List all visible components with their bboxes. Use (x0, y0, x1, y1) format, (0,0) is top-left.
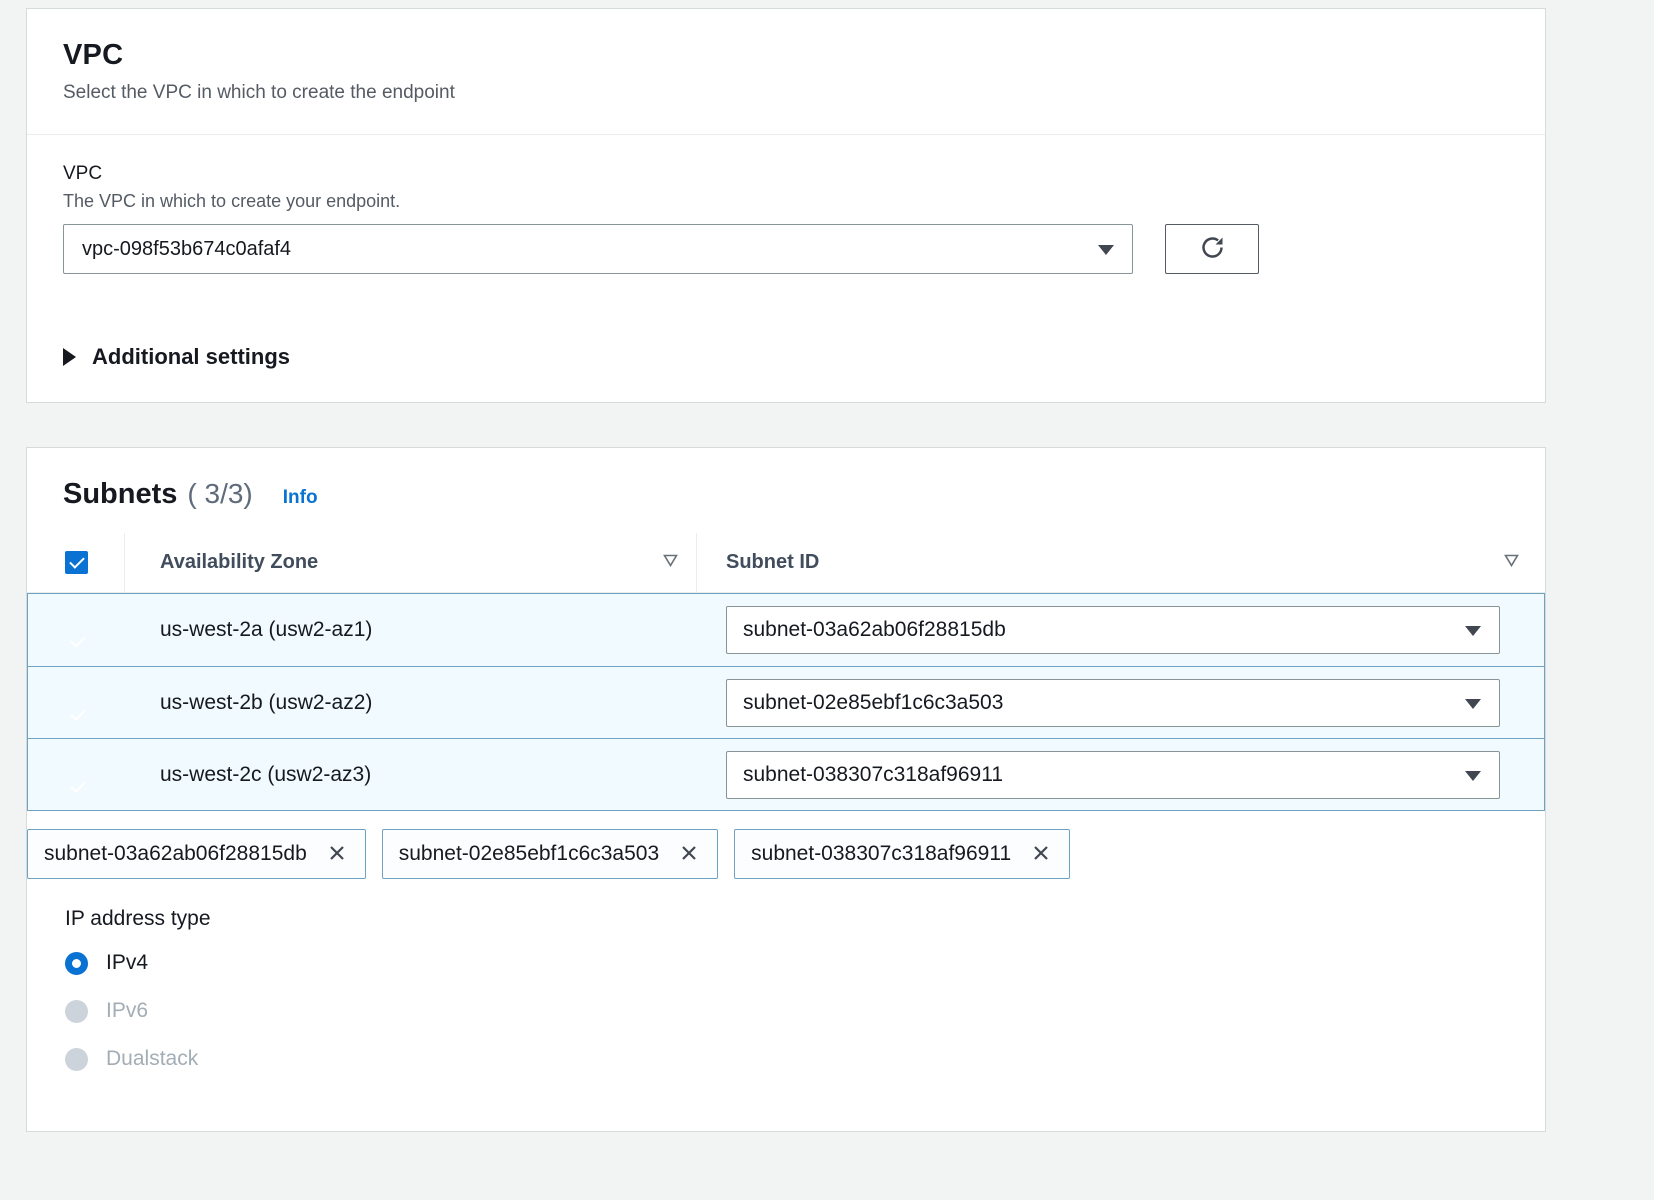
subnet-select-value: subnet-03a62ab06f28815db (743, 618, 1006, 642)
vpc-card-subtitle: Select the VPC in which to create the en… (63, 82, 1509, 104)
vpc-select-value: vpc-098f53b674c0afaf4 (82, 238, 291, 261)
radio-option-ipv6: IPv6 (65, 999, 1545, 1023)
refresh-icon (1199, 234, 1226, 264)
subnet-token-label: subnet-038307c318af96911 (751, 842, 1011, 866)
sort-icon[interactable] (663, 554, 678, 572)
page: VPC Select the VPC in which to create th… (0, 0, 1654, 1132)
chevron-down-icon (1465, 626, 1481, 636)
chevron-down-icon (1465, 699, 1481, 709)
ip-address-type-section: IP address type IPv4 IPv6 Dualstack (27, 879, 1545, 1131)
additional-settings-toggle[interactable]: Additional settings (27, 312, 1545, 402)
vpc-field-label: VPC (63, 163, 1509, 185)
subnets-rows-group: us-west-2a (usw2-az1) subnet-03a62ab06f2… (27, 593, 1545, 811)
radio-label: Dualstack (106, 1047, 198, 1071)
subnet-select-value: subnet-038307c318af96911 (743, 763, 1003, 787)
vpc-card-body: VPC The VPC in which to create your endp… (27, 135, 1545, 312)
subnet-token: subnet-03a62ab06f28815db (27, 829, 366, 879)
subnet-token: subnet-038307c318af96911 (734, 829, 1070, 879)
radio-option-dualstack: Dualstack (65, 1047, 1545, 1071)
subnet-select[interactable]: subnet-02e85ebf1c6c3a503 (726, 679, 1500, 727)
info-link[interactable]: Info (283, 487, 318, 509)
table-row: us-west-2a (usw2-az1) subnet-03a62ab06f2… (28, 594, 1544, 666)
close-icon (679, 843, 699, 866)
table-row: us-west-2b (usw2-az2) subnet-02e85ebf1c6… (28, 666, 1544, 738)
vpc-card-title: VPC (63, 39, 1509, 72)
radio-label: IPv6 (106, 999, 148, 1023)
close-icon (1031, 843, 1051, 866)
vpc-select[interactable]: vpc-098f53b674c0afaf4 (63, 224, 1133, 274)
subnets-counter: ( 3/3) (187, 478, 252, 510)
column-header-availability-zone[interactable]: Availability Zone (124, 533, 696, 592)
subnet-select[interactable]: subnet-038307c318af96911 (726, 751, 1500, 799)
subnet-select-value: subnet-02e85ebf1c6c3a503 (743, 691, 1003, 715)
remove-token-button[interactable] (1029, 841, 1053, 868)
close-icon (327, 843, 347, 866)
availability-zone-cell: us-west-2b (usw2-az2) (125, 691, 697, 715)
refresh-button[interactable] (1165, 224, 1259, 274)
radio-disabled-icon (65, 1048, 88, 1071)
chevron-down-icon (1465, 771, 1481, 781)
column-header-subnet-id[interactable]: Subnet ID (696, 533, 1545, 592)
subnet-token-label: subnet-02e85ebf1c6c3a503 (399, 842, 659, 866)
selected-subnet-tokens: subnet-03a62ab06f28815db subnet-02e85ebf… (27, 829, 1545, 879)
radio-disabled-icon (65, 1000, 88, 1023)
vpc-card: VPC Select the VPC in which to create th… (26, 8, 1546, 403)
subnet-id-header-label: Subnet ID (726, 551, 819, 574)
table-row: us-west-2c (usw2-az3) subnet-038307c318a… (28, 738, 1544, 810)
subnet-token-label: subnet-03a62ab06f28815db (44, 842, 307, 866)
remove-token-button[interactable] (325, 841, 349, 868)
subnets-card: Subnets ( 3/3) Info Availability Zone Su… (26, 447, 1546, 1132)
additional-settings-label: Additional settings (92, 344, 290, 370)
subnets-title: Subnets (63, 478, 177, 511)
ip-address-type-label: IP address type (65, 907, 1545, 931)
remove-token-button[interactable] (677, 841, 701, 868)
subnet-select[interactable]: subnet-03a62ab06f28815db (726, 606, 1500, 654)
radio-option-ipv4[interactable]: IPv4 (65, 951, 1545, 975)
vpc-card-header: VPC Select the VPC in which to create th… (27, 9, 1545, 135)
chevron-down-icon (1098, 245, 1114, 255)
select-all-checkbox[interactable] (65, 551, 88, 574)
subnets-card-header: Subnets ( 3/3) Info (27, 448, 1545, 533)
expander-triangle-icon (63, 348, 76, 366)
availability-zone-header-label: Availability Zone (160, 551, 318, 574)
availability-zone-cell: us-west-2c (usw2-az3) (125, 763, 697, 787)
availability-zone-cell: us-west-2a (usw2-az1) (125, 618, 697, 642)
radio-selected-icon[interactable] (65, 952, 88, 975)
sort-icon[interactable] (1504, 554, 1519, 572)
vpc-field-description: The VPC in which to create your endpoint… (63, 191, 1509, 212)
radio-label: IPv4 (106, 951, 148, 975)
subnet-token: subnet-02e85ebf1c6c3a503 (382, 829, 718, 879)
subnets-table-header: Availability Zone Subnet ID (27, 533, 1545, 593)
